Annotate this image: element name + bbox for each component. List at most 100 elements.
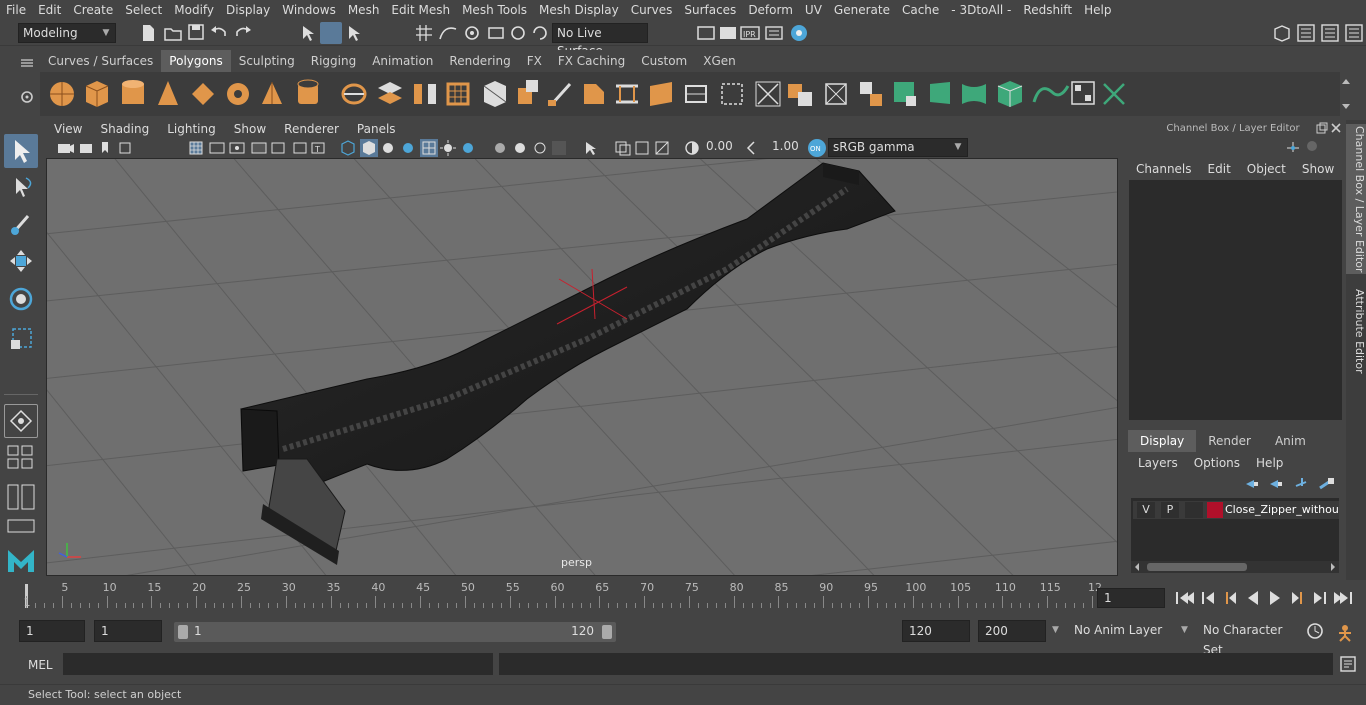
tab-custom[interactable]: Custom	[633, 50, 696, 72]
viewport-menu-renderer[interactable]: Renderer	[276, 120, 349, 138]
viewport-menu-lighting[interactable]: Lighting	[159, 120, 226, 138]
select-hierarchy-icon[interactable]	[300, 23, 320, 43]
step-forward-frame-icon[interactable]	[1292, 592, 1302, 604]
layout-four-view-icon[interactable]	[4, 444, 38, 470]
snap-grid-icon[interactable]	[414, 23, 434, 43]
menu-mesh-tools[interactable]: Mesh Tools	[456, 0, 533, 20]
uv-cut-sew-icon[interactable]	[1103, 83, 1125, 105]
ambient-occlusion-icon[interactable]	[495, 143, 505, 153]
select-component-icon[interactable]	[346, 23, 366, 43]
shelf-gear-icon[interactable]	[20, 90, 34, 104]
menu-mesh-display[interactable]: Mesh Display	[533, 0, 625, 20]
append-icon[interactable]	[650, 82, 672, 106]
menu-3dtoall[interactable]: - 3DtoAll -	[945, 0, 1017, 20]
poly-cylinder-icon[interactable]	[122, 80, 144, 104]
channel-box-menu-channels[interactable]: Channels	[1128, 160, 1200, 178]
image-plane-icon[interactable]	[119, 142, 131, 154]
menu-deform[interactable]: Deform	[742, 0, 799, 20]
menu-select[interactable]: Select	[119, 0, 168, 20]
menu-windows[interactable]: Windows	[276, 0, 342, 20]
move-tool-icon[interactable]	[4, 244, 38, 278]
snap-live-icon[interactable]	[508, 23, 528, 43]
new-layer-icon[interactable]	[1295, 478, 1307, 487]
poly-cube-icon[interactable]	[85, 81, 109, 107]
menu-file[interactable]: File	[0, 0, 32, 20]
xray-components-icon[interactable]	[655, 141, 669, 155]
menu-curves[interactable]: Curves	[625, 0, 679, 20]
fill-hole-icon[interactable]	[685, 85, 707, 103]
menu-create[interactable]: Create	[67, 0, 119, 20]
camera-select-icon[interactable]	[58, 144, 74, 153]
safe-title-icon[interactable]: T	[311, 142, 325, 154]
live-surface-field[interactable]: No Live Surface	[552, 23, 648, 58]
attribute-editor-toggle-icon[interactable]	[1320, 23, 1340, 43]
layout-single-icon[interactable]	[4, 404, 38, 438]
channel-box-sync-icon[interactable]	[1306, 140, 1318, 152]
snap-point-icon[interactable]	[462, 23, 482, 43]
layer-display-type-toggle[interactable]	[1185, 502, 1203, 518]
move-layer-down-icon[interactable]	[1270, 480, 1282, 488]
channel-box-menu-edit[interactable]: Edit	[1200, 160, 1239, 178]
start-time-field[interactable]: 1	[19, 620, 85, 642]
hypershade-icon[interactable]	[788, 22, 810, 44]
smooth-shade-icon[interactable]	[360, 139, 378, 157]
select-object-mode-icon[interactable]	[320, 22, 342, 44]
tab-layer-anim[interactable]: Anim	[1262, 430, 1318, 452]
render-frame-icon[interactable]	[718, 23, 738, 43]
range-end-handle[interactable]	[602, 625, 612, 639]
menu-mesh[interactable]: Mesh	[342, 0, 386, 20]
float-panel-icon[interactable]	[1316, 122, 1328, 134]
uv-map-planar-icon[interactable]	[894, 82, 916, 106]
merge-icon[interactable]	[721, 83, 743, 105]
lights-icon[interactable]	[440, 140, 456, 156]
bookmark-icon[interactable]	[102, 142, 108, 153]
range-slider[interactable]: 1 120	[174, 622, 616, 642]
uv-map-automatic-icon[interactable]	[997, 81, 1023, 107]
wireframe-on-shaded-icon[interactable]	[420, 139, 438, 157]
depth-of-field-icon[interactable]	[552, 141, 566, 155]
film-gate-icon[interactable]	[209, 142, 225, 154]
end-time-field[interactable]: 200	[978, 620, 1046, 642]
tab-attribute-editor[interactable]: Attribute Editor	[1346, 286, 1366, 376]
wireframe-icon[interactable]	[341, 140, 355, 156]
scroll-left-icon[interactable]	[1133, 562, 1141, 572]
poly-torus-icon[interactable]	[227, 83, 249, 105]
current-frame-field[interactable]: 1	[1097, 588, 1165, 608]
grid-toggle-icon[interactable]	[189, 141, 203, 155]
anim-layer-dropdown[interactable]: ▼ No Anim Layer	[1050, 620, 1168, 642]
render-view-icon[interactable]	[696, 23, 716, 43]
tab-polygons[interactable]: Polygons	[161, 50, 231, 72]
tool-settings-toggle-icon[interactable]	[1344, 23, 1364, 43]
tab-sculpting[interactable]: Sculpting	[230, 50, 303, 72]
tab-xgen[interactable]: XGen	[695, 50, 744, 72]
shelf-scroll-icon[interactable]	[1340, 76, 1352, 112]
layout-stacked-icon[interactable]	[4, 518, 38, 534]
script-editor-icon[interactable]	[1340, 656, 1356, 672]
new-scene-icon[interactable]	[140, 24, 156, 42]
color-management-icon[interactable]: ON	[808, 139, 826, 157]
scrollbar-thumb[interactable]	[1147, 563, 1247, 571]
gamma-field[interactable]: 1.00	[768, 138, 804, 157]
separate-icon[interactable]	[378, 82, 402, 104]
go-to-start-icon[interactable]	[1176, 592, 1194, 604]
layer-color-swatch[interactable]	[1207, 502, 1223, 518]
menu-display[interactable]: Display	[220, 0, 276, 20]
bridge-icon[interactable]	[616, 84, 638, 104]
combine-icon[interactable]	[341, 83, 367, 105]
smooth-icon[interactable]	[446, 82, 470, 106]
auto-key-icon[interactable]	[1306, 622, 1324, 640]
tab-rendering[interactable]: Rendering	[441, 50, 519, 72]
uv-map-cylindrical-icon[interactable]	[930, 82, 950, 104]
menu-edit[interactable]: Edit	[32, 0, 67, 20]
extrude-icon[interactable]	[518, 80, 538, 104]
scroll-right-icon[interactable]	[1329, 562, 1337, 572]
textured-icon[interactable]	[403, 143, 413, 153]
layer-menu-options[interactable]: Options	[1186, 454, 1248, 472]
menu-modify[interactable]: Modify	[168, 0, 220, 20]
duplicate-face-icon[interactable]	[860, 82, 882, 106]
viewport-menu-shading[interactable]: Shading	[92, 120, 159, 138]
mode-dropdown[interactable]: Modeling ▼	[18, 23, 116, 43]
shadows-icon[interactable]	[463, 143, 473, 153]
playback-start-field[interactable]: 1	[94, 620, 162, 642]
exposure-field[interactable]: 0.00	[704, 138, 740, 157]
